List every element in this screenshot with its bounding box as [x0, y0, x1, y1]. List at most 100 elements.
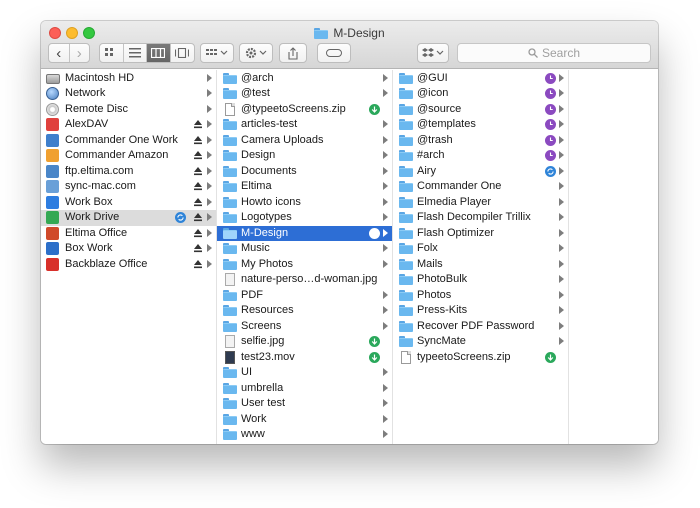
folder-item-eltima[interactable]: Eltima — [217, 179, 392, 195]
network-globe-icon — [46, 87, 59, 100]
folder-icon — [223, 366, 237, 379]
chevron-right-icon — [383, 135, 388, 144]
eject-icon[interactable] — [193, 135, 203, 145]
work-drive-column: @arch @test @typeetoScreens.zip articles-te… — [217, 70, 393, 444]
sidebar-item-sync-mac-com[interactable]: sync-mac.com — [41, 179, 216, 195]
eject-icon[interactable] — [193, 166, 203, 176]
cover-flow-button[interactable] — [171, 44, 194, 62]
folder-item-my-photos[interactable]: My Photos — [217, 257, 392, 273]
folder-item-photos[interactable]: Photos — [393, 288, 568, 304]
folder-item-resources[interactable]: Resources — [217, 303, 392, 319]
chevron-right-icon — [559, 213, 564, 221]
sidebar-item-commander-amazon[interactable]: Commander Amazon — [41, 148, 216, 164]
file-item-typeetoscreens-zip[interactable]: typeetoScreens.zip — [393, 350, 568, 366]
dropbox-menu-button[interactable] — [417, 43, 449, 63]
folder-item-templates[interactable]: @templates — [393, 117, 568, 133]
file-item-selfie-jpg[interactable]: selfie.jpg — [217, 334, 392, 350]
eject-icon[interactable] — [193, 228, 203, 238]
forward-button[interactable]: › — [70, 44, 90, 62]
title-bar: M-Design ‹ › Search — [41, 21, 658, 69]
sidebar-item-network[interactable]: Network — [41, 86, 216, 102]
folder-item-arch[interactable]: @arch — [217, 71, 392, 87]
folder-item-howto-icons[interactable]: Howto icons — [217, 195, 392, 211]
clock-badge-icon — [545, 88, 556, 99]
sidebar-item-work-drive[interactable]: Work Drive — [41, 210, 216, 226]
eject-icon[interactable] — [193, 259, 203, 269]
folder-item-screens[interactable]: Screens — [217, 319, 392, 335]
icon-view-button[interactable] — [100, 44, 124, 62]
file-item-nature-perso-d-woman-jpg[interactable]: nature-perso…d-woman.jpg — [217, 272, 392, 288]
folder-item-design[interactable]: Design — [217, 148, 392, 164]
item-label: @templates — [417, 118, 476, 130]
folder-icon — [399, 103, 413, 116]
sidebar-item-commander-one-work[interactable]: Commander One Work — [41, 133, 216, 149]
folder-item-www[interactable]: www — [217, 427, 392, 443]
eject-icon[interactable] — [193, 212, 203, 222]
folder-item-press-kits[interactable]: Press-Kits — [393, 303, 568, 319]
eject-icon[interactable] — [193, 197, 203, 207]
item-label: test23.mov — [241, 350, 295, 363]
item-label: @GUI — [417, 71, 448, 84]
sidebar-item-alexdav[interactable]: AlexDAV — [41, 117, 216, 133]
folder-item-flash-optimizer[interactable]: Flash Optimizer — [393, 226, 568, 242]
folder-item-recover-pdf-password[interactable]: Recover PDF Password — [393, 319, 568, 335]
edit-tags-button[interactable] — [317, 43, 351, 63]
column-view-button[interactable] — [147, 44, 171, 62]
folder-item-elmedia-player[interactable]: Elmedia Player — [393, 195, 568, 211]
folder-item-test[interactable]: @test — [217, 86, 392, 102]
item-label: User test — [241, 397, 286, 409]
folder-icon — [223, 196, 237, 209]
item-label: Flash Optimizer — [417, 226, 495, 239]
folder-item-syncmate[interactable]: SyncMate — [393, 334, 568, 350]
eject-icon[interactable] — [193, 150, 203, 160]
item-label: articles-test — [241, 118, 298, 130]
chevron-right-icon — [559, 228, 564, 237]
sidebar-item-remote-disc[interactable]: Remote Disc — [41, 102, 216, 118]
folder-item-ui[interactable]: UI — [217, 365, 392, 381]
folder-item-flash-decompiler-trillix[interactable]: Flash Decompiler Trillix — [393, 210, 568, 226]
folder-item-mails[interactable]: Mails — [393, 257, 568, 273]
sidebar-item-backblaze-office[interactable]: Backblaze Office — [41, 257, 216, 273]
folder-item-user-test[interactable]: User test — [217, 396, 392, 412]
folder-item-articles-test[interactable]: articles-test — [217, 117, 392, 133]
folder-item-pdf[interactable]: PDF — [217, 288, 392, 304]
folder-item-arch[interactable]: #arch — [393, 148, 568, 164]
icon-view-icon — [105, 48, 114, 56]
eject-icon[interactable] — [193, 181, 203, 191]
folder-item-music[interactable]: Music — [217, 241, 392, 257]
folder-item-airy[interactable]: Airy — [393, 164, 568, 180]
sidebar-item-box-work[interactable]: Box Work — [41, 241, 216, 257]
file-item-typeetoscreens-zip[interactable]: @typeetoScreens.zip — [217, 102, 392, 118]
back-button[interactable]: ‹ — [49, 44, 70, 62]
folder-item-folx[interactable]: Folx — [393, 241, 568, 257]
folder-item-commander-one[interactable]: Commander One — [393, 179, 568, 195]
sidebar-item-eltima-office[interactable]: Eltima Office — [41, 226, 216, 242]
item-label: nature-perso…d-woman.jpg — [241, 273, 378, 285]
file-item-test23-mov[interactable]: test23.mov — [217, 350, 392, 366]
sidebar-item-ftp-eltima-com[interactable]: ftp.eltima.com — [41, 164, 216, 180]
action-button[interactable] — [239, 43, 273, 63]
list-view-button[interactable] — [124, 44, 147, 62]
folder-item-m-design[interactable]: M-Design — [217, 225, 392, 241]
folder-item-photobulk[interactable]: PhotoBulk — [393, 272, 568, 288]
eject-icon[interactable] — [193, 243, 203, 253]
folder-item-icon[interactable]: @icon — [393, 86, 568, 102]
arrange-button[interactable] — [200, 43, 234, 63]
chevron-right-icon — [207, 89, 212, 97]
folder-item-umbrella[interactable]: umbrella — [217, 381, 392, 397]
sidebar-item-work-box[interactable]: Work Box — [41, 195, 216, 211]
sidebar-item-label: Commander One Work — [65, 133, 178, 146]
folder-icon — [223, 258, 237, 271]
folder-item-logotypes[interactable]: Logotypes — [217, 210, 392, 226]
search-field[interactable]: Search — [457, 43, 651, 63]
folder-item-source[interactable]: @source — [393, 102, 568, 118]
folder-item-camera-uploads[interactable]: Camera Uploads — [217, 133, 392, 149]
share-button[interactable] — [279, 43, 307, 63]
folder-item-trash[interactable]: @trash — [393, 133, 568, 149]
sidebar-item-macintosh-hd[interactable]: Macintosh HD — [41, 71, 216, 87]
folder-item-gui[interactable]: @GUI — [393, 71, 568, 87]
item-label: @trash — [417, 133, 453, 146]
folder-item-work[interactable]: Work — [217, 412, 392, 428]
eject-icon[interactable] — [193, 119, 203, 129]
folder-item-documents[interactable]: Documents — [217, 164, 392, 180]
